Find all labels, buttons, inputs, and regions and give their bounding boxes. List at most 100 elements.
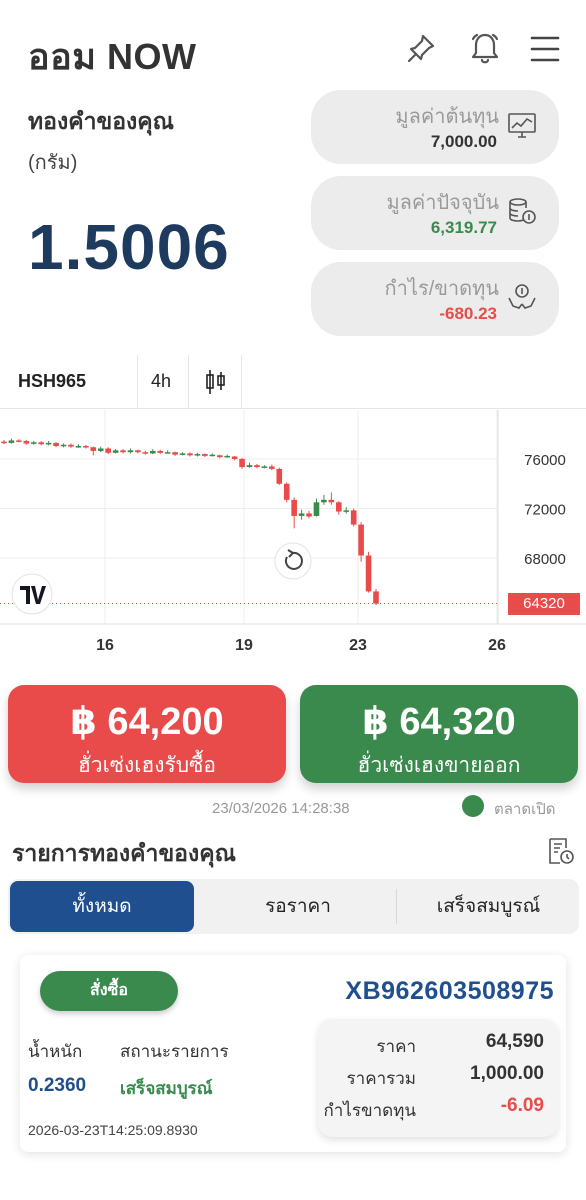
gold-unit: (กรัม) (28, 152, 78, 174)
candle-body (269, 466, 275, 469)
pin-icon[interactable] (405, 30, 439, 66)
toolbar-divider (188, 355, 189, 409)
stat-card-profit: กำไร/ขาดทุน -680.23 (311, 262, 559, 336)
candle-body (365, 555, 372, 592)
chart-symbol[interactable]: HSH965 (18, 371, 86, 392)
last-price-label: 64320 (508, 592, 580, 615)
order-price: 64,590 (485, 1031, 544, 1052)
stat-value: 7,000.00 (430, 132, 497, 151)
stat-label: มูลค่าต้นทุน (395, 106, 499, 128)
bell-icon[interactable] (468, 30, 502, 66)
candle-body (30, 442, 37, 444)
candle-body (120, 450, 126, 453)
candle-body (179, 453, 186, 455)
candle-body (328, 499, 335, 503)
candle-body (23, 441, 30, 444)
candle-body (261, 466, 268, 468)
weight-label: น้ำหนัก (28, 1042, 83, 1061)
order-weight: 0.2360 (28, 1075, 87, 1096)
stat-label: มูลค่าปัจจุบัน (386, 192, 499, 214)
tab-completed[interactable]: เสร็จสมบูรณ์ (398, 879, 579, 934)
stat-card-current: มูลค่าปัจจุบัน 6,319.77 (311, 176, 559, 250)
stat-label: กำไร/ขาดทุน (384, 278, 499, 300)
x-tick-label: 23 (349, 637, 367, 654)
history-document-icon[interactable] (546, 836, 576, 866)
candle-body (336, 502, 342, 512)
buy-price: ฿ 64,200 (70, 701, 224, 743)
money-hands-icon (508, 284, 536, 309)
gold-amount: 1.5006 (28, 211, 230, 283)
candle-body (216, 455, 223, 458)
total-label: ราคารวม (346, 1069, 416, 1088)
price-chart[interactable]: 76000 72000 68000 16 19 23 26 64320 (0, 410, 586, 670)
order-card[interactable]: สั่งซื้อ XB962603508975 น้ำหนัก สถานะราย… (20, 955, 566, 1152)
x-tick-label: 19 (235, 637, 253, 654)
buy-price-button[interactable]: ฿ 64,200 ฮั่วเซ่งเฮงรับซื้อ (8, 685, 286, 783)
candle-body (231, 456, 238, 459)
y-tick-label: 68000 (524, 551, 566, 568)
candle-body (239, 459, 245, 468)
candle-body (150, 450, 156, 454)
orders-title: รายการทองคำของคุณ (12, 840, 236, 866)
toolbar-divider (137, 355, 138, 409)
toolbar-divider (241, 355, 242, 409)
candle-body (254, 465, 260, 468)
order-profit-loss: -6.09 (500, 1095, 544, 1116)
candle-body (224, 455, 230, 458)
market-status: ตลาดเปิด (494, 801, 556, 818)
sell-price-button[interactable]: ฿ 64,320 ฮั่วเซ่งเฮงขายออก (300, 685, 578, 783)
order-status: เสร็จสมบูรณ์ (120, 1079, 213, 1098)
candle-body (194, 454, 201, 456)
buy-label: ฮั่วเซ่งเฮงรับซื้อ (77, 754, 217, 777)
candle-body (1, 441, 7, 444)
candle-body (8, 440, 15, 443)
app-header: ออม NOW (0, 0, 586, 95)
chart-interval[interactable]: 4h (151, 371, 171, 392)
candle-body (358, 524, 364, 556)
candle-body (246, 465, 253, 468)
candle-body (53, 442, 59, 447)
price-label: ราคา (376, 1037, 416, 1056)
order-time: 2026-03-23T14:25:09.8930 (28, 1122, 198, 1138)
candle-body (291, 499, 297, 516)
candle-body (127, 450, 134, 453)
candle-body (142, 452, 149, 454)
sell-price: ฿ 64,320 (362, 701, 516, 743)
order-price-box: ราคา 64,590 ราคารวม 1,000.00 กำไรขาดทุน … (318, 1019, 558, 1137)
candle-body (16, 440, 22, 442)
gold-label: ทองคำของคุณ (28, 108, 174, 134)
refresh-icon[interactable] (274, 542, 312, 580)
candle-body (306, 513, 312, 517)
candle-body (38, 442, 44, 445)
candle-body (313, 502, 320, 516)
candle-body (83, 446, 89, 448)
candle-body (112, 450, 119, 453)
candle-body (68, 444, 74, 447)
candle-body (75, 446, 82, 448)
y-tick-label: 72000 (524, 502, 566, 519)
tab-all[interactable]: ทั้งหมด (10, 881, 194, 932)
candlestick-chart[interactable]: 76000 72000 68000 16 19 23 26 (0, 410, 586, 670)
candle-body (105, 448, 111, 453)
candle-body (97, 448, 104, 451)
candle-body (276, 468, 283, 484)
tab-pending[interactable]: รอราคา (198, 879, 398, 934)
candle-body (209, 454, 216, 457)
candle-body (172, 452, 178, 455)
market-status-dot (462, 795, 484, 817)
order-tabs: ทั้งหมด รอราคา เสร็จสมบูรณ์ (8, 879, 579, 934)
tradingview-logo (11, 573, 53, 615)
x-tick-label: 16 (96, 637, 114, 654)
menu-icon[interactable] (528, 30, 562, 66)
candle-body (157, 450, 164, 453)
candle-body (90, 447, 97, 451)
chart-toolbar: HSH965 4h (0, 355, 586, 409)
candle-body (321, 499, 327, 503)
order-type-badge: สั่งซื้อ (40, 971, 178, 1011)
chart-monitor-icon (508, 113, 536, 138)
candle-body (202, 454, 208, 456)
candlestick-icon[interactable] (204, 369, 228, 395)
coins-icon (509, 198, 536, 224)
candle-body (350, 510, 357, 525)
stat-card-cost: มูลค่าต้นทุน 7,000.00 (311, 90, 559, 164)
